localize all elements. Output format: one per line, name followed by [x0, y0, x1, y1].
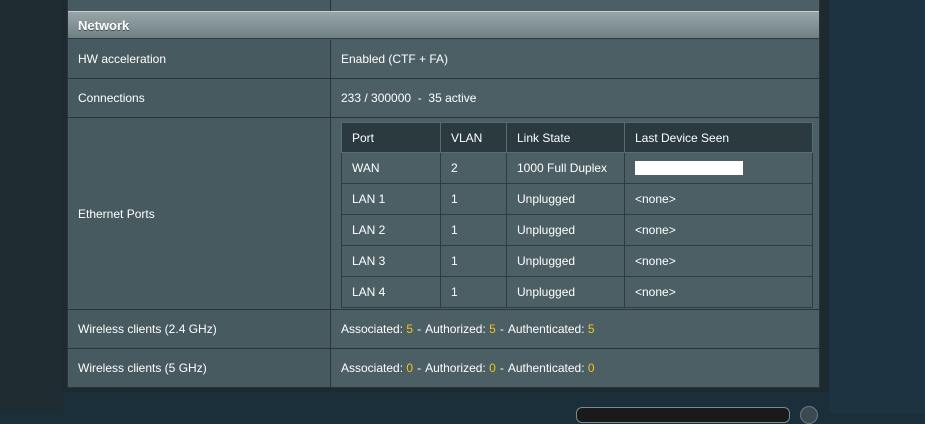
link-state-cell: Unplugged [506, 276, 625, 308]
last-device-cell [624, 152, 813, 184]
last-device-cell: <none> [624, 183, 813, 215]
row-wireless-5ghz: Wireless clients (5 GHz) Associated: 0 -… [68, 349, 819, 387]
table-row: WAN 2 1000 Full Duplex [341, 152, 813, 184]
footer-search-button[interactable] [800, 406, 818, 424]
port-cell: LAN 2 [341, 214, 441, 246]
authenticated-label: Authenticated: [507, 322, 585, 336]
link-state-cell: Unplugged [506, 245, 625, 277]
right-background [829, 0, 925, 413]
table-row: LAN 2 1 Unplugged <none> [341, 214, 813, 246]
footer-search-input[interactable] [576, 407, 790, 423]
hw-acceleration-label: HW acceleration [68, 40, 331, 78]
authenticated-count: 5 [587, 322, 595, 336]
left-background [0, 0, 62, 413]
vlan-cell: 1 [440, 276, 507, 308]
wireless-5ghz-value: Associated: 0 - Authorized: 0 - Authenti… [331, 349, 819, 387]
hw-acceleration-value: Enabled (CTF + FA) [331, 40, 819, 78]
section-header-network: Network [68, 11, 819, 39]
link-state-cell: 1000 Full Duplex [506, 152, 625, 184]
col-port-header: Port [341, 122, 441, 153]
authorized-label: Authorized: [425, 322, 486, 336]
associated-label: Associated: [341, 322, 404, 336]
authorized-count: 0 [489, 361, 496, 375]
last-device-cell: <none> [624, 276, 813, 308]
wireless-5ghz-label: Wireless clients (5 GHz) [68, 349, 331, 387]
ethernet-ports-table: Port VLAN Link State Last Device Seen WA… [341, 122, 813, 308]
wireless-24ghz-label: Wireless clients (2.4 GHz) [68, 310, 331, 348]
port-cell: LAN 1 [341, 183, 441, 215]
connections-label: Connections [68, 79, 331, 117]
vlan-cell: 1 [440, 245, 507, 277]
separator: - [499, 322, 504, 336]
associated-label: Associated: [341, 361, 404, 375]
col-last-device-header: Last Device Seen [624, 122, 813, 153]
row-hw-acceleration: HW acceleration Enabled (CTF + FA) [68, 40, 819, 79]
col-link-state-header: Link State [506, 122, 625, 153]
vlan-cell: 1 [440, 183, 507, 215]
authorized-label: Authorized: [425, 361, 486, 375]
table-header-row: Port VLAN Link State Last Device Seen [341, 122, 813, 153]
port-cell: LAN 4 [341, 276, 441, 308]
table-row: LAN 3 1 Unplugged <none> [341, 245, 813, 277]
last-device-cell: <none> [624, 214, 813, 246]
authorized-count: 5 [489, 322, 496, 336]
associated-count: 5 [406, 322, 414, 336]
row-ethernet-ports: Ethernet Ports Port VLAN Link State Last… [68, 118, 819, 310]
connections-value: 233 / 300000 - 35 active [331, 79, 819, 117]
ethernet-ports-label: Ethernet Ports [68, 118, 331, 309]
associated-count: 0 [406, 361, 414, 375]
authenticated-label: Authenticated: [507, 361, 585, 375]
port-cell: WAN [341, 152, 441, 184]
row-connections: Connections 233 / 300000 - 35 active [68, 79, 819, 118]
redacted-device-name [635, 161, 743, 176]
previous-row-remnant [68, 0, 819, 11]
wireless-24ghz-value: Associated: 5 - Authorized: 5 - Authenti… [331, 310, 819, 348]
network-table: Network HW acceleration Enabled (CTF + F… [67, 0, 820, 388]
row-wireless-24ghz: Wireless clients (2.4 GHz) Associated: 5… [68, 310, 819, 349]
separator: - [499, 361, 504, 375]
port-cell: LAN 3 [341, 245, 441, 277]
authenticated-count: 0 [587, 361, 595, 375]
status-panel: Network HW acceleration Enabled (CTF + F… [62, 0, 829, 392]
link-state-cell: Unplugged [506, 183, 625, 215]
link-state-cell: Unplugged [506, 214, 625, 246]
vlan-cell: 2 [440, 152, 507, 184]
separator: - [417, 322, 422, 336]
col-vlan-header: VLAN [440, 122, 507, 153]
last-device-cell: <none> [624, 245, 813, 277]
vlan-cell: 1 [440, 214, 507, 246]
table-row: LAN 1 1 Unplugged <none> [341, 183, 813, 215]
table-row: LAN 4 1 Unplugged <none> [341, 276, 813, 308]
separator: - [417, 361, 422, 375]
